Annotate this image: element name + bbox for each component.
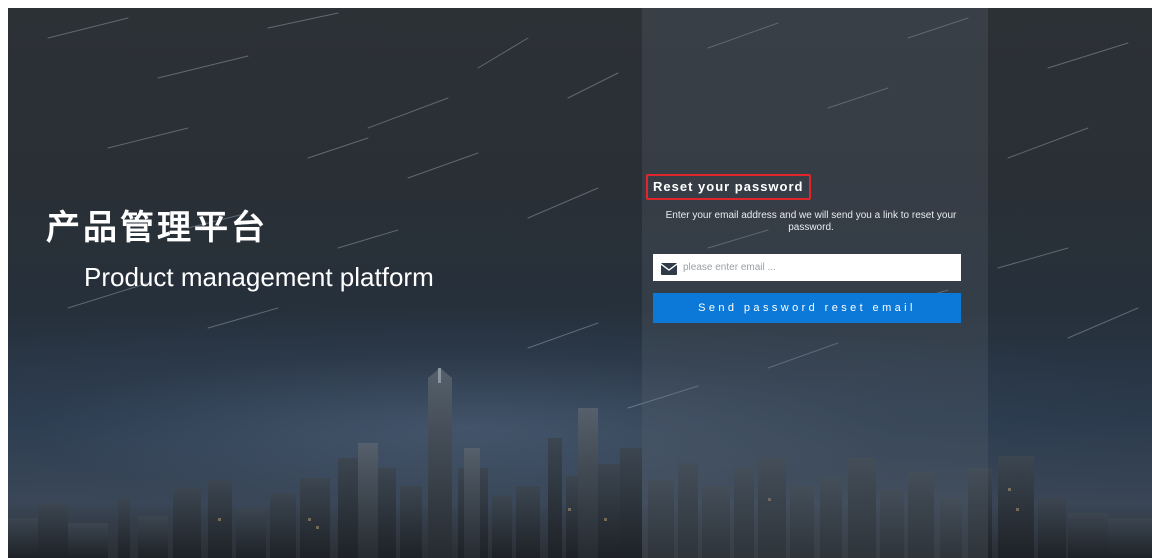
reset-panel-overlay <box>642 8 988 558</box>
email-field[interactable] <box>653 254 961 281</box>
reset-description: Enter your email address and we will sen… <box>665 210 957 233</box>
brand-title-en: Product management platform <box>84 262 434 292</box>
reset-title-highlight: Reset your password <box>646 174 811 200</box>
reset-title: Reset your password <box>653 179 804 194</box>
brand-title-cn: 产品管理平台 <box>46 208 268 248</box>
email-input[interactable] <box>683 257 933 278</box>
envelope-icon <box>660 262 678 275</box>
send-reset-email-button[interactable]: Send password reset email <box>653 293 961 323</box>
brand-block: 产品管理平台 Product management platform <box>46 208 434 292</box>
